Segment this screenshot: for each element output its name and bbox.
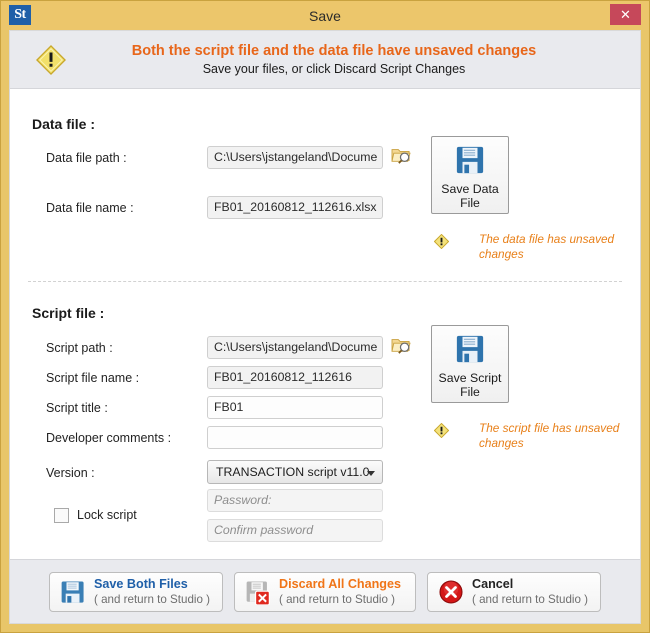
banner-title: Both the script file and the data file h…	[74, 43, 594, 59]
floppy-disk-icon	[60, 579, 86, 605]
floppy-disk-icon	[455, 145, 485, 175]
version-select[interactable]: TRANSACTION script v11.0	[207, 460, 383, 484]
data-file-path-label: Data file path :	[46, 151, 127, 165]
data-file-unsaved-note: The data file has unsaved changes	[479, 232, 629, 262]
data-file-note-warning-diamond-icon	[434, 234, 449, 249]
script-path-input[interactable]: C:\Users\jstangeland\Docume	[207, 336, 383, 359]
data-file-name-label: Data file name :	[46, 201, 134, 215]
discard-all-changes-title: Discard All Changes	[279, 577, 401, 591]
dialog-footer: Save Both Files ( and return to Studio )	[10, 559, 640, 623]
version-label: Version :	[46, 466, 95, 480]
close-icon[interactable]: ✕	[610, 4, 641, 25]
banner-text-block: Both the script file and the data file h…	[74, 43, 640, 76]
floppy-disk-icon	[455, 334, 485, 364]
save-both-files-title: Save Both Files	[94, 577, 210, 591]
script-title-input[interactable]: FB01	[207, 396, 383, 419]
save-data-file-label-line2: File	[432, 196, 508, 210]
chevron-down-icon	[367, 471, 375, 476]
window-title: Save	[1, 8, 649, 24]
script-file-heading: Script file :	[32, 305, 104, 321]
script-file-unsaved-note: The script file has unsaved changes	[479, 421, 629, 451]
dialog-content: Data file : Data file path : C:\Users\js…	[10, 89, 640, 559]
confirm-password-input[interactable]: Confirm password	[207, 519, 383, 542]
section-divider	[28, 281, 622, 282]
lock-script-label: Lock script	[77, 508, 137, 522]
save-data-file-button[interactable]: Save Data File	[431, 136, 509, 214]
save-script-file-label-line2: File	[432, 385, 508, 399]
script-path-browse-folder-search-icon[interactable]	[391, 336, 411, 354]
save-both-files-subtitle: ( and return to Studio )	[94, 593, 210, 607]
red-circle-x-icon	[438, 579, 464, 605]
dialog-panel: Both the script file and the data file h…	[9, 30, 641, 624]
warning-diamond-icon	[36, 45, 66, 75]
developer-comments-input[interactable]	[207, 426, 383, 449]
script-file-note-warning-diamond-icon	[434, 423, 449, 438]
script-path-label: Script path :	[46, 341, 113, 355]
discard-all-changes-subtitle: ( and return to Studio )	[279, 593, 401, 607]
save-script-file-label-line1: Save Script	[432, 371, 508, 385]
save-data-file-label-line1: Save Data	[432, 182, 508, 196]
save-both-files-button[interactable]: Save Both Files ( and return to Studio )	[49, 572, 223, 612]
cancel-button[interactable]: Cancel ( and return to Studio )	[427, 572, 601, 612]
floppy-disk-red-x-icon	[245, 579, 271, 605]
save-dialog-window: St Save ✕ Both the script file and the d…	[0, 0, 650, 633]
password-input[interactable]: Password:	[207, 489, 383, 512]
unsaved-changes-banner: Both the script file and the data file h…	[10, 31, 640, 89]
script-file-name-label: Script file name :	[46, 371, 139, 385]
discard-all-changes-button[interactable]: Discard All Changes ( and return to Stud…	[234, 572, 416, 612]
save-script-file-button[interactable]: Save Script File	[431, 325, 509, 403]
lock-script-checkbox[interactable]	[54, 508, 69, 523]
cancel-subtitle: ( and return to Studio )	[472, 593, 588, 607]
version-select-value: TRANSACTION script v11.0	[216, 465, 370, 479]
app-logo-icon: St	[9, 5, 31, 25]
data-file-heading: Data file :	[32, 116, 95, 132]
script-title-label: Script title :	[46, 401, 108, 415]
cancel-title: Cancel	[472, 577, 588, 591]
data-file-path-input[interactable]: C:\Users\jstangeland\Docume	[207, 146, 383, 169]
script-file-name-input[interactable]: FB01_20160812_112616	[207, 366, 383, 389]
developer-comments-label: Developer comments :	[46, 431, 171, 445]
title-bar: St Save ✕	[1, 1, 649, 30]
data-file-name-input[interactable]: FB01_20160812_112616.xlsx	[207, 196, 383, 219]
banner-subtitle: Save your files, or click Discard Script…	[74, 62, 594, 76]
data-file-browse-folder-search-icon[interactable]	[391, 146, 411, 164]
